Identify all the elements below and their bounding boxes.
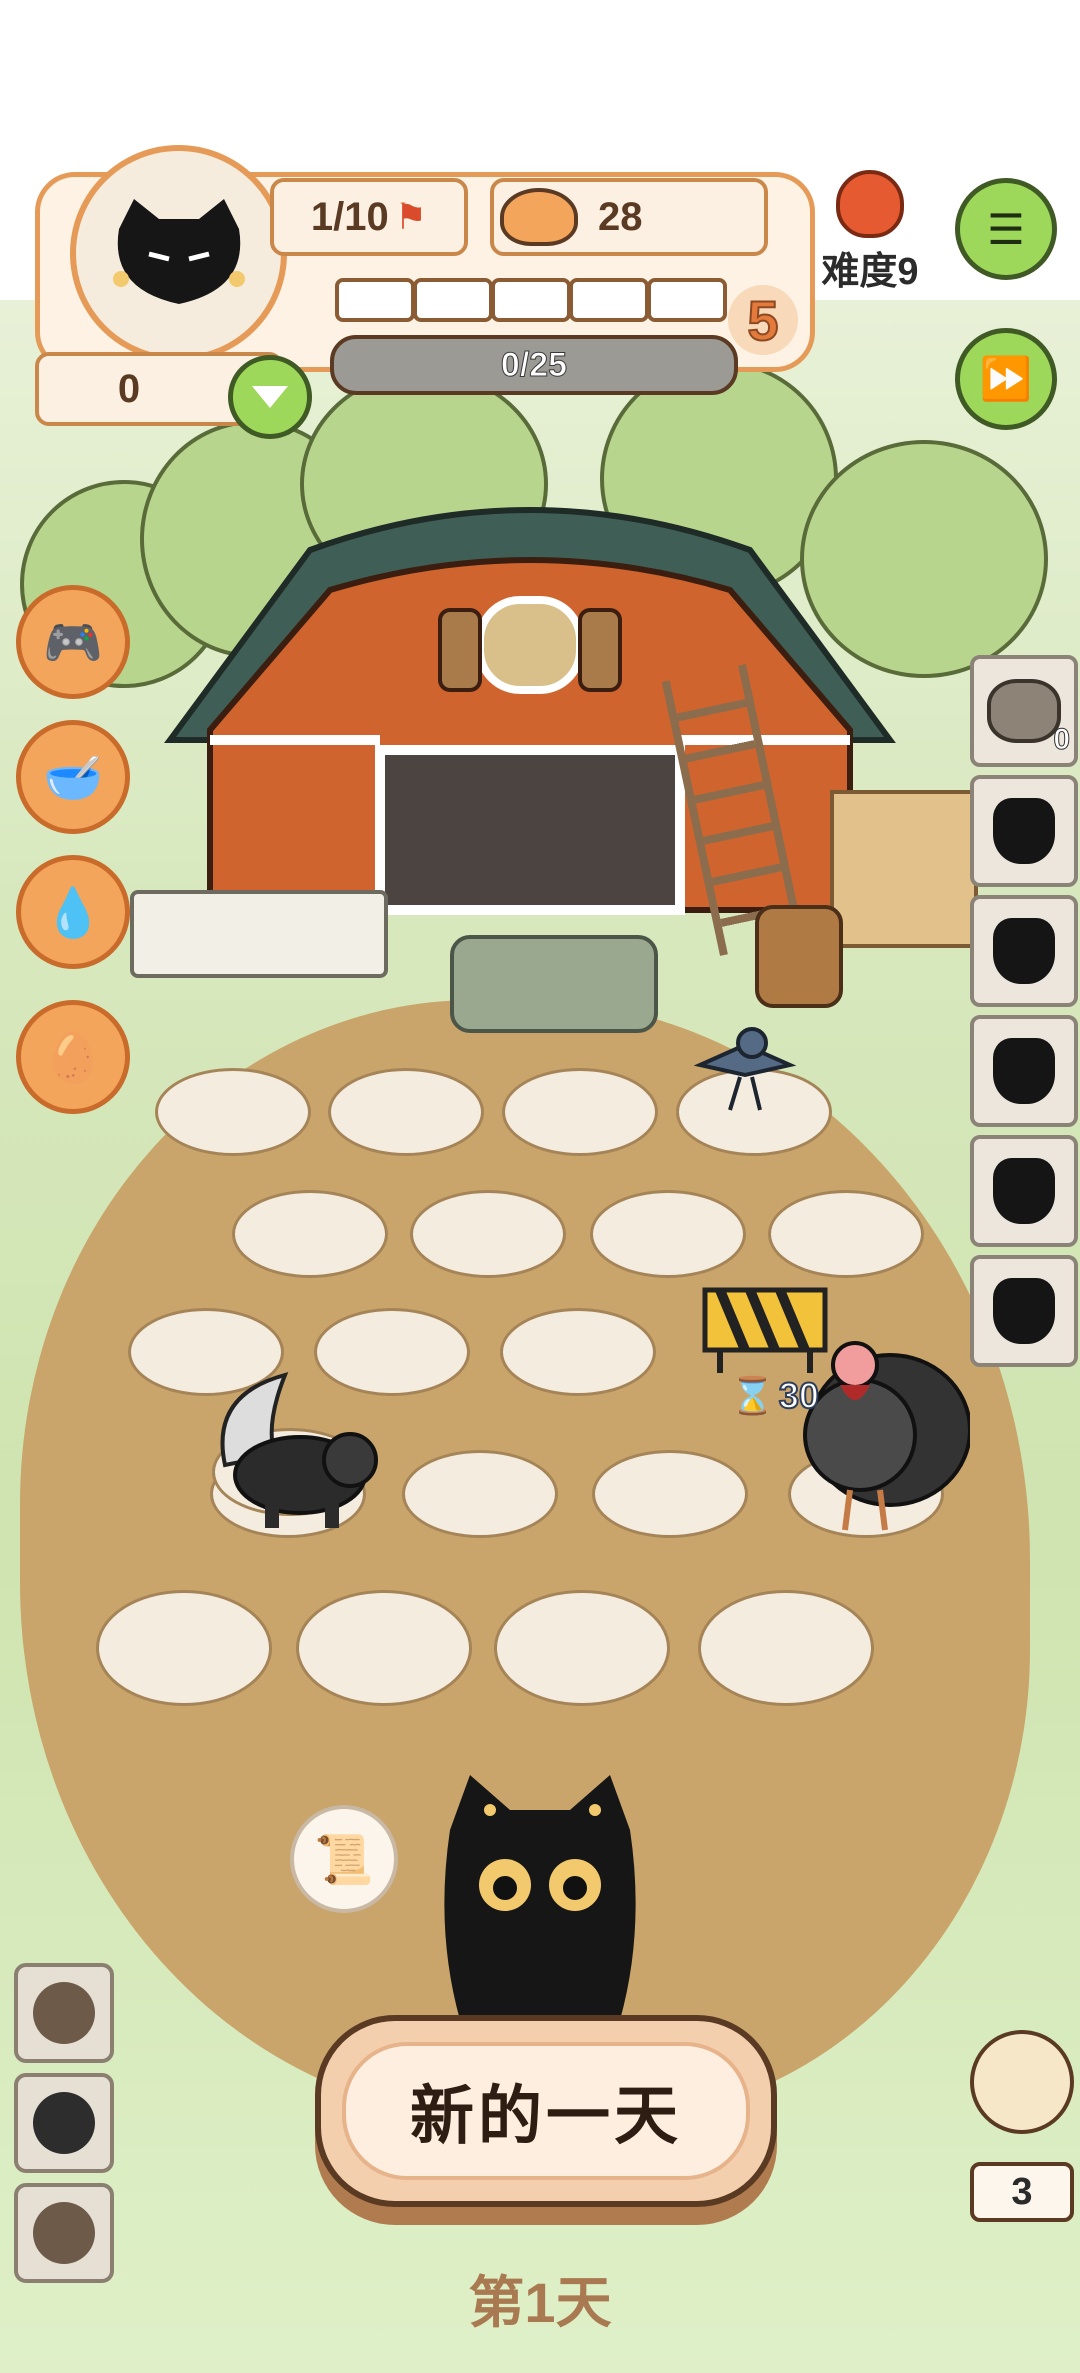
rock-pile-slot[interactable]: 0 (970, 655, 1078, 767)
trash-count: 0 (1053, 723, 1071, 757)
food-bowl-icon (500, 188, 578, 246)
day-label: 第1天 (468, 2271, 612, 2334)
plot[interactable] (592, 1450, 748, 1538)
trash-bag-slot[interactable] (970, 775, 1078, 887)
carrot-planter (130, 890, 388, 978)
plot[interactable] (502, 1068, 658, 1156)
black-cat[interactable] (430, 1770, 650, 2020)
hourglass-icon: ⌛ (729, 1374, 776, 1417)
item-slot[interactable] (14, 2183, 114, 2283)
trash-bag-slot[interactable] (970, 1255, 1078, 1367)
skunk-animal[interactable] (205, 1355, 380, 1535)
water-icon: 💧 (43, 886, 103, 940)
plot[interactable] (402, 1450, 558, 1538)
level-number: 5 (746, 288, 779, 353)
difficulty-indicator[interactable]: 难度9 (810, 170, 930, 293)
food-counter: 28 (490, 178, 768, 256)
plot[interactable] (296, 1590, 472, 1706)
chick-icon (970, 2030, 1074, 2134)
chick-silhouette-icon (33, 1982, 95, 2044)
apple-crates (830, 790, 978, 948)
water-bowl-button[interactable]: 💧 (16, 855, 130, 969)
rock-pile-icon (987, 679, 1061, 743)
plot[interactable] (698, 1590, 874, 1706)
trash-bag-icon (993, 798, 1055, 864)
coin-add-button[interactable] (228, 355, 312, 439)
certificate-icon: 📜 (314, 1833, 374, 1887)
bowl-icon: 🥣 (43, 751, 103, 805)
cat-avatar[interactable] (70, 145, 287, 362)
xp-segment (569, 278, 649, 322)
chevron-down-icon (252, 386, 288, 408)
fast-forward-icon: ⏩ (979, 354, 1033, 402)
plot[interactable] (768, 1190, 924, 1278)
plot[interactable] (410, 1190, 566, 1278)
plot[interactable] (494, 1590, 670, 1706)
xp-segment (413, 278, 493, 322)
barrel (755, 905, 843, 1008)
coin-count-text: 0 (117, 366, 141, 411)
flag-counter: 1/10 ⚑ (270, 178, 468, 256)
difficulty-label: 难度9 (821, 251, 919, 293)
plot[interactable] (590, 1190, 746, 1278)
flag-count-text: 1/10 (310, 194, 389, 239)
xp-segment (647, 278, 727, 322)
flag-icon: ⚑ (394, 196, 428, 237)
xp-segment (491, 278, 571, 322)
cat-silhouette-icon (33, 2092, 95, 2154)
trash-bag-slot[interactable] (970, 895, 1078, 1007)
gameboy-button[interactable]: 🎮 (16, 585, 130, 699)
certificate-bubble[interactable]: 📜 (290, 1805, 398, 1913)
chick-counter[interactable]: 3 (970, 2030, 1075, 2222)
plot[interactable] (328, 1068, 484, 1156)
menu-button[interactable]: ☰ (955, 178, 1057, 280)
fast-forward-button[interactable]: ⏩ (955, 328, 1057, 430)
barn (150, 490, 910, 920)
trash-bag-icon (993, 918, 1055, 984)
plot[interactable] (500, 1308, 656, 1396)
trash-bag-slot[interactable] (970, 1015, 1078, 1127)
xp-segment (335, 278, 415, 322)
xp-progress-text: 0/25 (500, 345, 568, 384)
flame-icon (836, 170, 904, 238)
new-day-button[interactable]: 新的一天 (315, 2015, 777, 2207)
food-count-text: 28 (598, 194, 643, 239)
item-slot[interactable] (14, 1963, 114, 2063)
gameboy-icon: 🎮 (43, 616, 103, 670)
plot[interactable] (232, 1190, 388, 1278)
chick-count: 3 (970, 2162, 1074, 2222)
stepping-stones (450, 935, 658, 1033)
eggs-button[interactable]: 🥚 (16, 1000, 130, 1114)
item-slot[interactable] (14, 2073, 114, 2173)
level-badge: 5 (728, 285, 798, 355)
plot[interactable] (96, 1590, 272, 1706)
trash-bag-icon (993, 1278, 1055, 1344)
plot[interactable] (155, 1068, 311, 1156)
hourglass-timer: ⌛ 30 (729, 1374, 820, 1417)
trash-bag-icon (993, 1038, 1055, 1104)
skull-silhouette-icon (33, 2202, 95, 2264)
timer-value: 30 (778, 1374, 820, 1417)
food-bowl-button[interactable]: 🥣 (16, 720, 130, 834)
bird-animal[interactable] (690, 1015, 800, 1125)
new-day-label: 新的一天 (342, 2042, 750, 2180)
trash-bag-icon (993, 1158, 1055, 1224)
list-icon: ☰ (987, 205, 1025, 253)
xp-progress-bar: 0/25 (330, 335, 738, 395)
trash-bag-slot[interactable] (970, 1135, 1078, 1247)
egg-icon: 🥚 (43, 1031, 103, 1085)
barrier-sign[interactable] (700, 1285, 830, 1375)
